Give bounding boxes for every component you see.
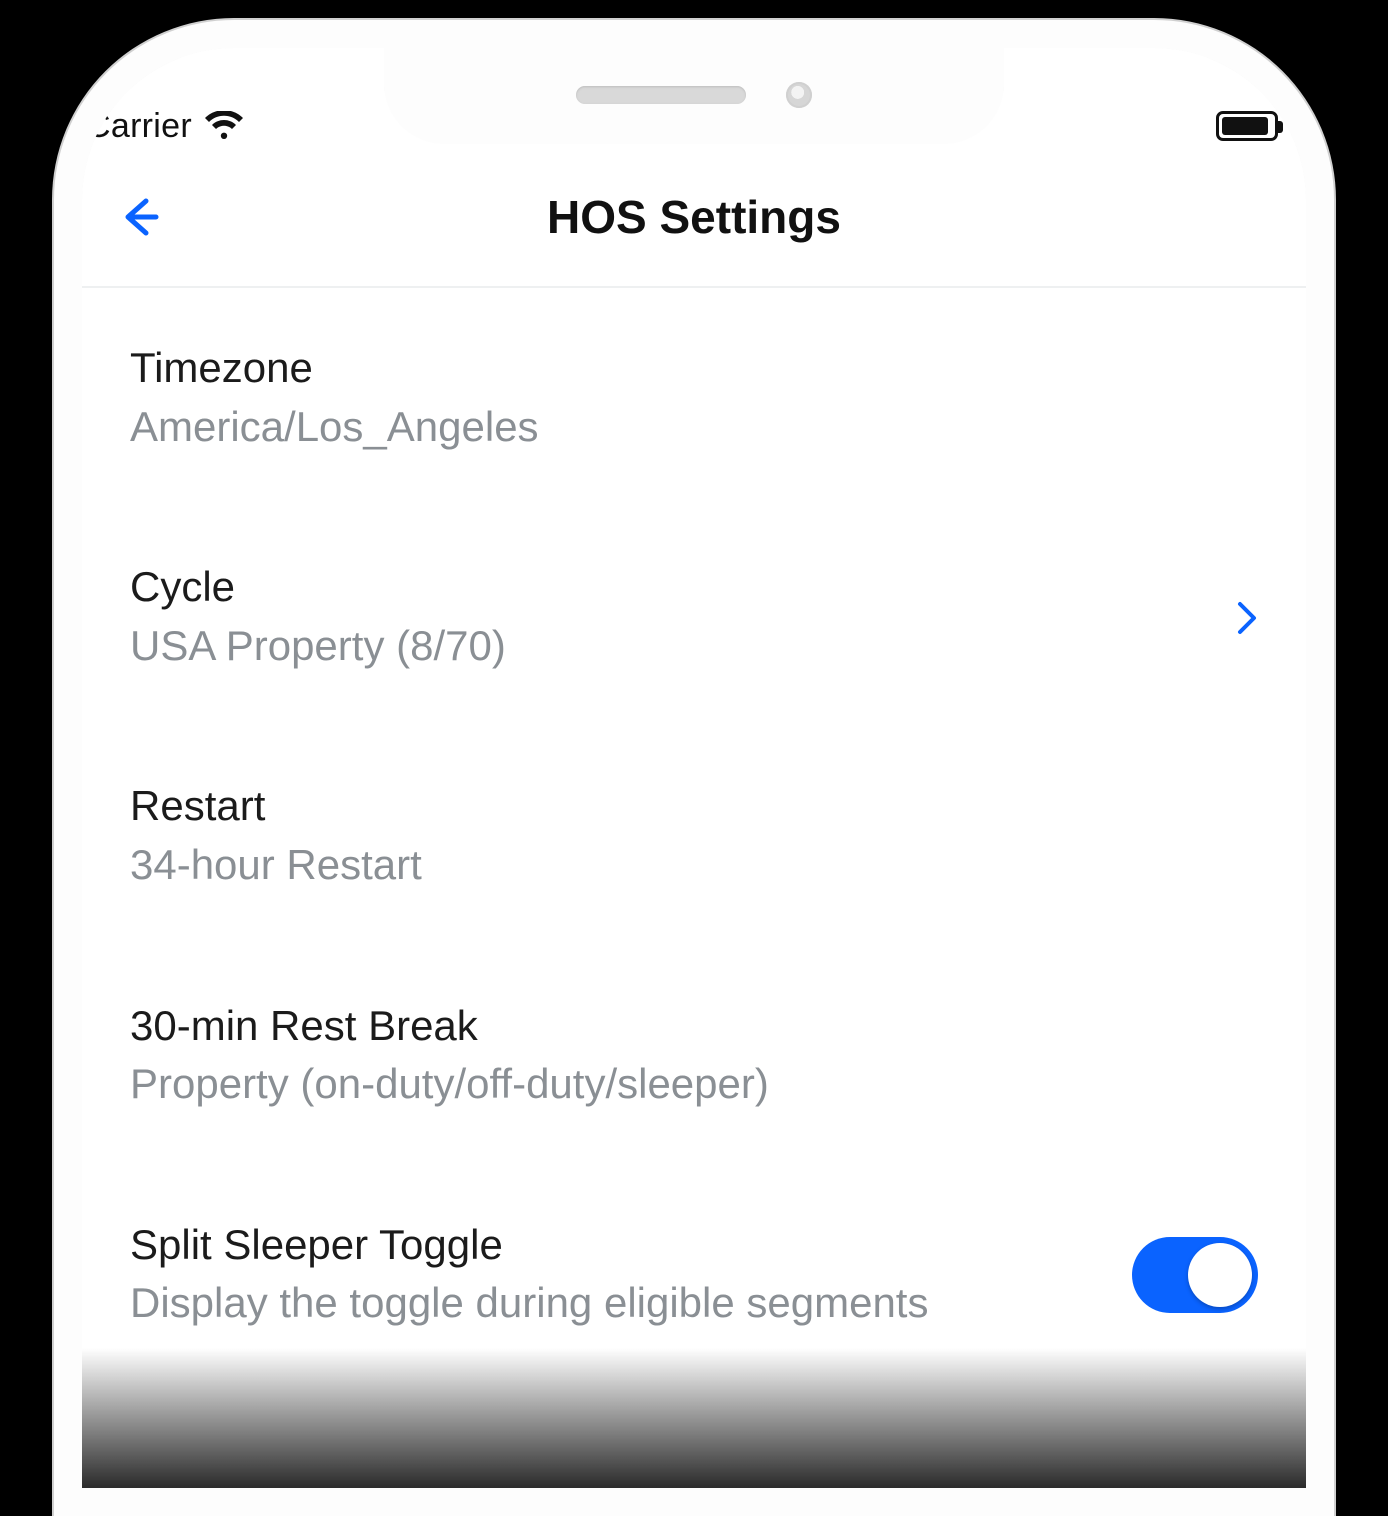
arrow-left-icon xyxy=(118,195,162,239)
settings-list: Timezone America/Los_Angeles Cycle USA P… xyxy=(82,288,1306,1384)
row-split-sleeper: Split Sleeper Toggle Display the toggle … xyxy=(82,1165,1306,1384)
carrier-label: Carrier xyxy=(86,107,192,146)
cycle-value: USA Property (8/70) xyxy=(130,618,1212,675)
timezone-value: America/Los_Angeles xyxy=(130,399,1258,456)
rest-break-value: Property (on-duty/off-duty/sleeper) xyxy=(130,1056,1258,1113)
row-restart: Restart 34-hour Restart xyxy=(82,726,1306,945)
battery-icon xyxy=(1216,111,1278,141)
speaker-grille xyxy=(576,86,746,104)
row-rest-break: 30-min Rest Break Property (on-duty/off-… xyxy=(82,946,1306,1165)
phone-frame: Carrier 4:50 PM HOS Settings Timezone xyxy=(54,20,1334,1516)
status-right xyxy=(1216,111,1278,141)
back-button[interactable] xyxy=(110,187,170,247)
screen: Carrier 4:50 PM HOS Settings Timezone xyxy=(82,48,1306,1488)
cycle-label: Cycle xyxy=(130,561,1212,614)
split-sleeper-description: Display the toggle during eligible segme… xyxy=(130,1275,1108,1332)
row-cycle[interactable]: Cycle USA Property (8/70) xyxy=(82,507,1306,726)
device-notch xyxy=(384,46,1004,144)
front-camera xyxy=(786,82,812,108)
rest-break-label: 30-min Rest Break xyxy=(130,1000,1258,1053)
restart-label: Restart xyxy=(130,780,1258,833)
row-timezone: Timezone America/Los_Angeles xyxy=(82,288,1306,507)
timezone-label: Timezone xyxy=(130,342,1258,395)
chevron-right-icon xyxy=(1236,601,1258,635)
status-left: Carrier xyxy=(86,107,244,146)
split-sleeper-label: Split Sleeper Toggle xyxy=(130,1219,1108,1272)
nav-header: HOS Settings xyxy=(82,148,1306,288)
page-title: HOS Settings xyxy=(547,190,841,244)
wifi-icon xyxy=(204,111,244,141)
split-sleeper-toggle[interactable] xyxy=(1132,1237,1258,1313)
restart-value: 34-hour Restart xyxy=(130,837,1258,894)
toggle-knob xyxy=(1188,1243,1252,1307)
